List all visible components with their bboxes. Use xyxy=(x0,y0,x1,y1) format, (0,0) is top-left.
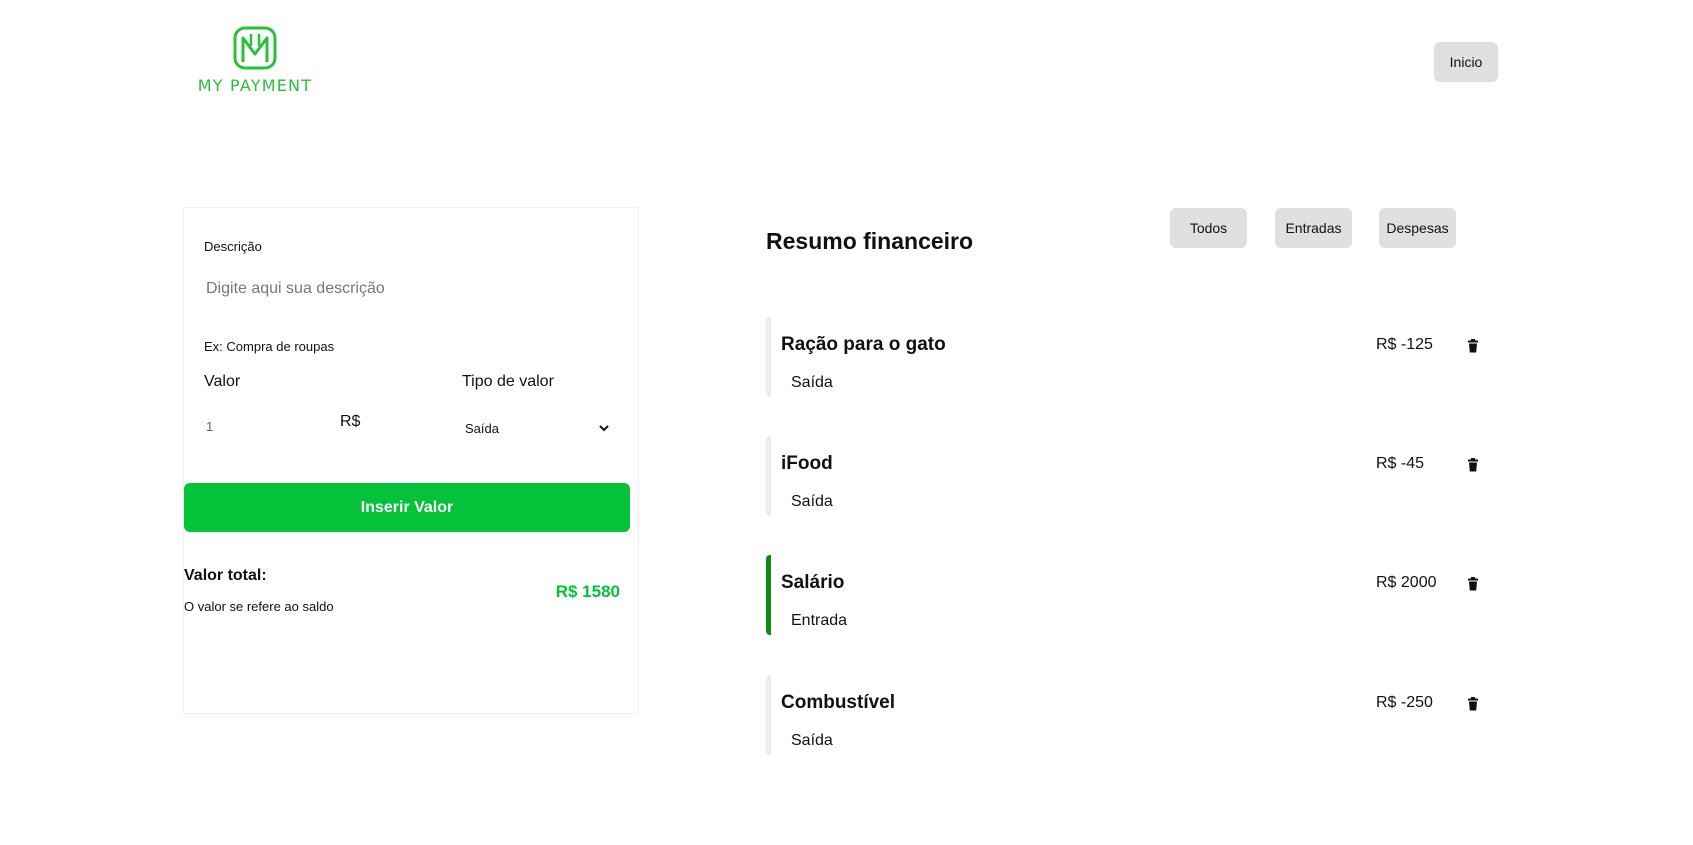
summary-title: Resumo financeiro xyxy=(766,228,974,254)
transaction-title: Salário xyxy=(781,572,845,593)
value-label: Valor xyxy=(204,373,241,390)
transaction-item: Combustível Saída R$ -250 xyxy=(766,675,1486,755)
transaction-type: Saída xyxy=(791,374,833,391)
filter-income-button[interactable]: Entradas xyxy=(1275,208,1352,248)
transaction-amount: R$ -250 xyxy=(1376,694,1433,711)
logo-m-icon xyxy=(233,26,277,70)
description-input[interactable] xyxy=(204,274,614,304)
description-label: Descrição xyxy=(204,239,262,254)
currency-label: R$ xyxy=(340,413,361,430)
total-label: Valor total: xyxy=(184,567,267,584)
total-note: O valor se refere ao saldo xyxy=(184,599,334,614)
type-select[interactable]: Saída xyxy=(462,416,612,440)
transaction-type: Entrada xyxy=(791,612,848,629)
page: MY PAYMENT Inicio Descrição Ex: Compra d… xyxy=(0,0,1693,845)
transaction-amount: R$ 2000 xyxy=(1376,574,1437,591)
chevron-down-icon xyxy=(599,425,609,432)
transaction-item: iFood Saída R$ -45 xyxy=(766,436,1486,516)
transaction-title: Combustível xyxy=(781,692,896,713)
value-input[interactable] xyxy=(204,413,314,439)
transaction-item: Ração para o gato Saída R$ -125 xyxy=(766,317,1486,397)
total-value: R$ 1580 xyxy=(555,582,620,601)
transaction-type: Saída xyxy=(791,493,833,510)
brand-name: MY PAYMENT xyxy=(197,76,313,95)
transaction-type: Saída xyxy=(791,732,833,749)
brand-logo[interactable]: MY PAYMENT xyxy=(182,26,328,98)
insert-value-button[interactable]: Inserir Valor xyxy=(184,483,630,532)
trash-icon[interactable] xyxy=(1466,577,1480,591)
transaction-title: iFood xyxy=(781,453,833,474)
type-label: Tipo de valor xyxy=(462,373,554,390)
filter-all-button[interactable]: Todos xyxy=(1170,208,1247,248)
transaction-amount: R$ -125 xyxy=(1376,336,1433,353)
transaction-amount: R$ -45 xyxy=(1376,455,1425,472)
description-hint: Ex: Compra de roupas xyxy=(204,339,335,354)
transaction-form: Descrição Ex: Compra de roupas Valor Tip… xyxy=(183,207,639,714)
transaction-title: Ração para o gato xyxy=(781,334,946,355)
transaction-item: Salário Entrada R$ 2000 xyxy=(766,555,1486,635)
type-select-value: Saída xyxy=(465,420,499,436)
home-button[interactable]: Inicio xyxy=(1434,42,1498,82)
filter-expenses-button[interactable]: Despesas xyxy=(1379,208,1456,248)
trash-icon[interactable] xyxy=(1466,697,1480,711)
trash-icon[interactable] xyxy=(1466,458,1480,472)
trash-icon[interactable] xyxy=(1466,339,1480,353)
